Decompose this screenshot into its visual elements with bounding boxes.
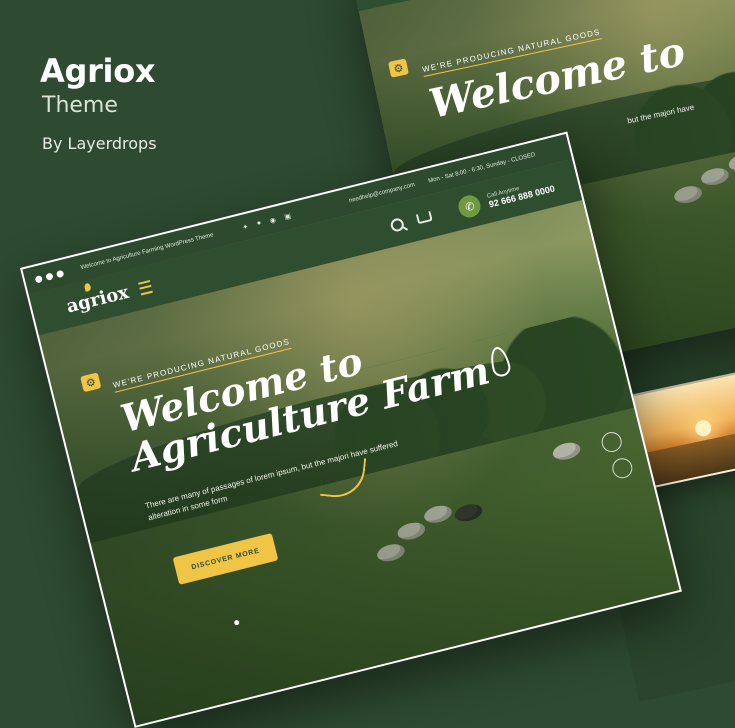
pinterest-icon[interactable]: ◉: [269, 216, 277, 225]
theme-subtitle: Theme: [42, 93, 118, 118]
window-dot-icon[interactable]: [34, 274, 43, 284]
theme-author: By Layerdrops: [42, 134, 157, 153]
logo-text: agriox: [64, 281, 131, 318]
window-dot-icon[interactable]: [55, 269, 65, 278]
cart-icon[interactable]: [416, 210, 434, 225]
leaf-icon: [83, 282, 92, 292]
window-controls: [25, 267, 74, 286]
theme-title: Agriox: [40, 52, 156, 90]
mockup-front: Welcome to Agriculture Farming WordPress…: [20, 131, 682, 728]
search-icon[interactable]: [389, 216, 406, 233]
hamburger-menu-icon[interactable]: [138, 279, 154, 295]
logo[interactable]: agriox: [64, 281, 131, 317]
social-links: ✦ ● ◉ ▣: [242, 212, 292, 232]
instagram-icon[interactable]: ▣: [284, 212, 292, 221]
facebook-icon[interactable]: ●: [256, 219, 262, 228]
twitter-icon[interactable]: ✦: [242, 223, 249, 232]
window-dot-icon[interactable]: [45, 271, 54, 281]
phone-icon: ✆: [456, 193, 484, 220]
